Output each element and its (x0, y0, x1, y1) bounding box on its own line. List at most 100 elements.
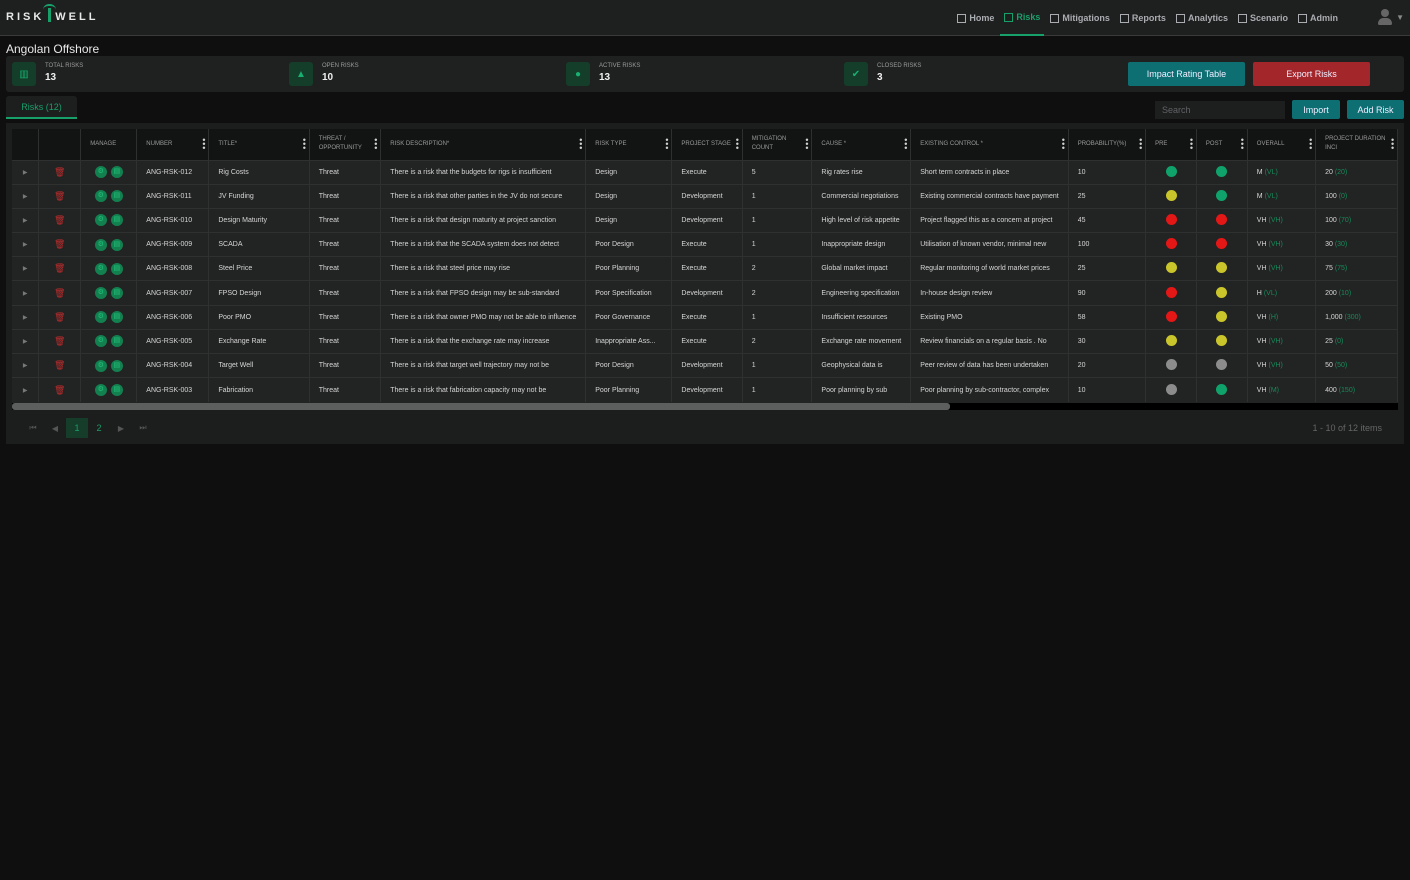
column-header[interactable] (12, 129, 40, 160)
column-header[interactable]: PROBABILITY(%) • • • (1068, 129, 1147, 160)
document-icon[interactable]: ▤ (110, 384, 123, 397)
settings-icon[interactable]: ⚙ (94, 359, 107, 372)
expand-row-icon[interactable]: ▶ (23, 218, 28, 224)
table-row[interactable]: ▶ 🗑 ⚙ ▤ ANG-RSK-005 Exchange Rate Threat There … (12, 328, 1398, 354)
trash-icon[interactable]: 🗑 (54, 263, 65, 273)
nav-scenario[interactable]: Scenario (1234, 0, 1292, 36)
column-header[interactable]: EXISTING CONTROL * • • • (910, 129, 1069, 160)
column-header[interactable]: RISK DESCRIPTION* • • • (380, 129, 587, 160)
trash-icon[interactable]: 🗑 (54, 336, 65, 346)
document-icon[interactable]: ▤ (110, 311, 123, 324)
nav-analytics[interactable]: Analytics (1172, 0, 1232, 36)
column-menu-icon[interactable]: • • • (1139, 136, 1142, 153)
column-header[interactable]: PROJECT DURATION INCI • • • (1315, 129, 1398, 160)
column-header[interactable]: MANAGE (80, 129, 138, 160)
user-menu[interactable]: ▼ (1378, 9, 1404, 25)
trash-icon[interactable]: 🗑 (54, 239, 65, 249)
settings-icon[interactable]: ⚙ (94, 335, 107, 348)
column-header[interactable]: PRE • • • (1145, 129, 1197, 160)
column-header[interactable]: POST • • • (1196, 129, 1248, 160)
impact-rating-table-button[interactable]: Impact Rating Table (1128, 62, 1245, 86)
add-risk-button[interactable]: Add Risk (1347, 100, 1404, 119)
nav-mitigations[interactable]: Mitigations (1046, 0, 1114, 36)
document-icon[interactable]: ▤ (110, 190, 123, 203)
column-header[interactable]: PROJECT STAGE • • • (671, 129, 743, 160)
column-menu-icon[interactable]: • • • (665, 136, 668, 153)
page-2-button[interactable]: 2 (88, 418, 110, 438)
trash-icon[interactable]: 🗑 (54, 360, 65, 370)
column-header[interactable]: RISK TYPE • • • (585, 129, 673, 160)
nav-admin[interactable]: Admin (1294, 0, 1342, 36)
settings-icon[interactable]: ⚙ (94, 311, 107, 324)
column-header[interactable]: MITIGATION COUNT • • • (742, 129, 813, 160)
settings-icon[interactable]: ⚙ (94, 166, 107, 179)
table-row[interactable]: ▶ 🗑 ⚙ ▤ ANG-RSK-004 Target Well Threat There is… (12, 352, 1398, 378)
expand-row-icon[interactable]: ▶ (23, 291, 28, 297)
column-menu-icon[interactable]: • • • (1309, 136, 1312, 153)
export-risks-button[interactable]: Export Risks (1253, 62, 1370, 86)
trash-icon[interactable]: 🗑 (54, 288, 65, 298)
column-header[interactable] (38, 129, 82, 160)
expand-row-icon[interactable]: ▶ (23, 363, 28, 369)
column-menu-icon[interactable]: • • • (1062, 136, 1065, 153)
settings-icon[interactable]: ⚙ (94, 238, 107, 251)
column-header[interactable]: NUMBER • • • (136, 129, 210, 160)
expand-row-icon[interactable]: ▶ (23, 194, 28, 200)
table-row[interactable]: ▶ 🗑 ⚙ ▤ ANG-RSK-006 Poor PMO Threat There is a … (12, 304, 1398, 330)
document-icon[interactable]: ▤ (110, 166, 123, 179)
page-1-button[interactable]: 1 (66, 418, 88, 438)
table-row[interactable]: ▶ 🗑 ⚙ ▤ ANG-RSK-011 JV Funding Threat There is … (12, 183, 1398, 209)
table-row[interactable]: ▶ 🗑 ⚙ ▤ ANG-RSK-003 Fabrication Threat There is… (12, 377, 1398, 402)
nav-reports[interactable]: Reports (1116, 0, 1170, 36)
settings-icon[interactable]: ⚙ (94, 190, 107, 203)
trash-icon[interactable]: 🗑 (54, 385, 65, 395)
column-menu-icon[interactable]: • • • (579, 136, 582, 153)
scrollbar-thumb[interactable] (12, 403, 950, 410)
import-button[interactable]: Import (1292, 100, 1340, 119)
column-menu-icon[interactable]: • • • (736, 136, 739, 153)
column-menu-icon[interactable]: • • • (904, 136, 907, 153)
tab-risks[interactable]: Risks (12) (6, 96, 77, 119)
next-page-icon[interactable]: ▶ (110, 418, 132, 438)
table-row[interactable]: ▶ 🗑 ⚙ ▤ ANG-RSK-010 Design Maturity Threat Ther… (12, 207, 1398, 233)
column-header[interactable]: TITLE* • • • (208, 129, 310, 160)
column-menu-icon[interactable]: • • • (303, 136, 306, 153)
search-input[interactable] (1155, 101, 1285, 119)
trash-icon[interactable]: 🗑 (54, 167, 65, 177)
expand-row-icon[interactable]: ▶ (23, 170, 28, 176)
nav-home[interactable]: Home (953, 0, 998, 36)
riskwell-logo[interactable]: RISK WELL (6, 4, 98, 23)
column-menu-icon[interactable]: • • • (805, 136, 808, 153)
column-header[interactable]: THREAT / OPPORTUNITY • • • (309, 129, 382, 160)
expand-row-icon[interactable]: ▶ (23, 266, 28, 272)
column-menu-icon[interactable]: • • • (1241, 136, 1244, 153)
expand-row-icon[interactable]: ▶ (23, 315, 28, 321)
document-icon[interactable]: ▤ (110, 335, 123, 348)
column-menu-icon[interactable]: • • • (202, 136, 205, 153)
trash-icon[interactable]: 🗑 (54, 312, 65, 322)
settings-icon[interactable]: ⚙ (94, 384, 107, 397)
document-icon[interactable]: ▤ (110, 214, 123, 227)
settings-icon[interactable]: ⚙ (94, 287, 107, 300)
column-header[interactable]: CAUSE * • • • (811, 129, 912, 160)
table-row[interactable]: ▶ 🗑 ⚙ ▤ ANG-RSK-012 Rig Costs Threat There is a… (12, 159, 1398, 185)
column-header[interactable]: OVERALL • • • (1247, 129, 1317, 160)
first-page-icon[interactable]: ⏮ (22, 418, 44, 438)
column-menu-icon[interactable]: • • • (374, 136, 377, 153)
table-row[interactable]: ▶ 🗑 ⚙ ▤ ANG-RSK-007 FPSO Design Threat There is… (12, 280, 1398, 306)
last-page-icon[interactable]: ⏭ (132, 418, 154, 438)
column-menu-icon[interactable]: • • • (1190, 136, 1193, 153)
document-icon[interactable]: ▤ (110, 262, 123, 275)
trash-icon[interactable]: 🗑 (54, 215, 65, 225)
trash-icon[interactable]: 🗑 (54, 191, 65, 201)
document-icon[interactable]: ▤ (110, 359, 123, 372)
column-menu-icon[interactable]: • • • (1391, 136, 1394, 153)
expand-row-icon[interactable]: ▶ (23, 388, 28, 394)
prev-page-icon[interactable]: ◀ (44, 418, 66, 438)
settings-icon[interactable]: ⚙ (94, 214, 107, 227)
horizontal-scrollbar[interactable] (12, 403, 1398, 410)
table-row[interactable]: ▶ 🗑 ⚙ ▤ ANG-RSK-009 SCADA Threat There is a ris… (12, 232, 1398, 257)
expand-row-icon[interactable]: ▶ (23, 242, 28, 248)
nav-risks[interactable]: Risks (1000, 0, 1045, 36)
document-icon[interactable]: ▤ (110, 287, 123, 300)
